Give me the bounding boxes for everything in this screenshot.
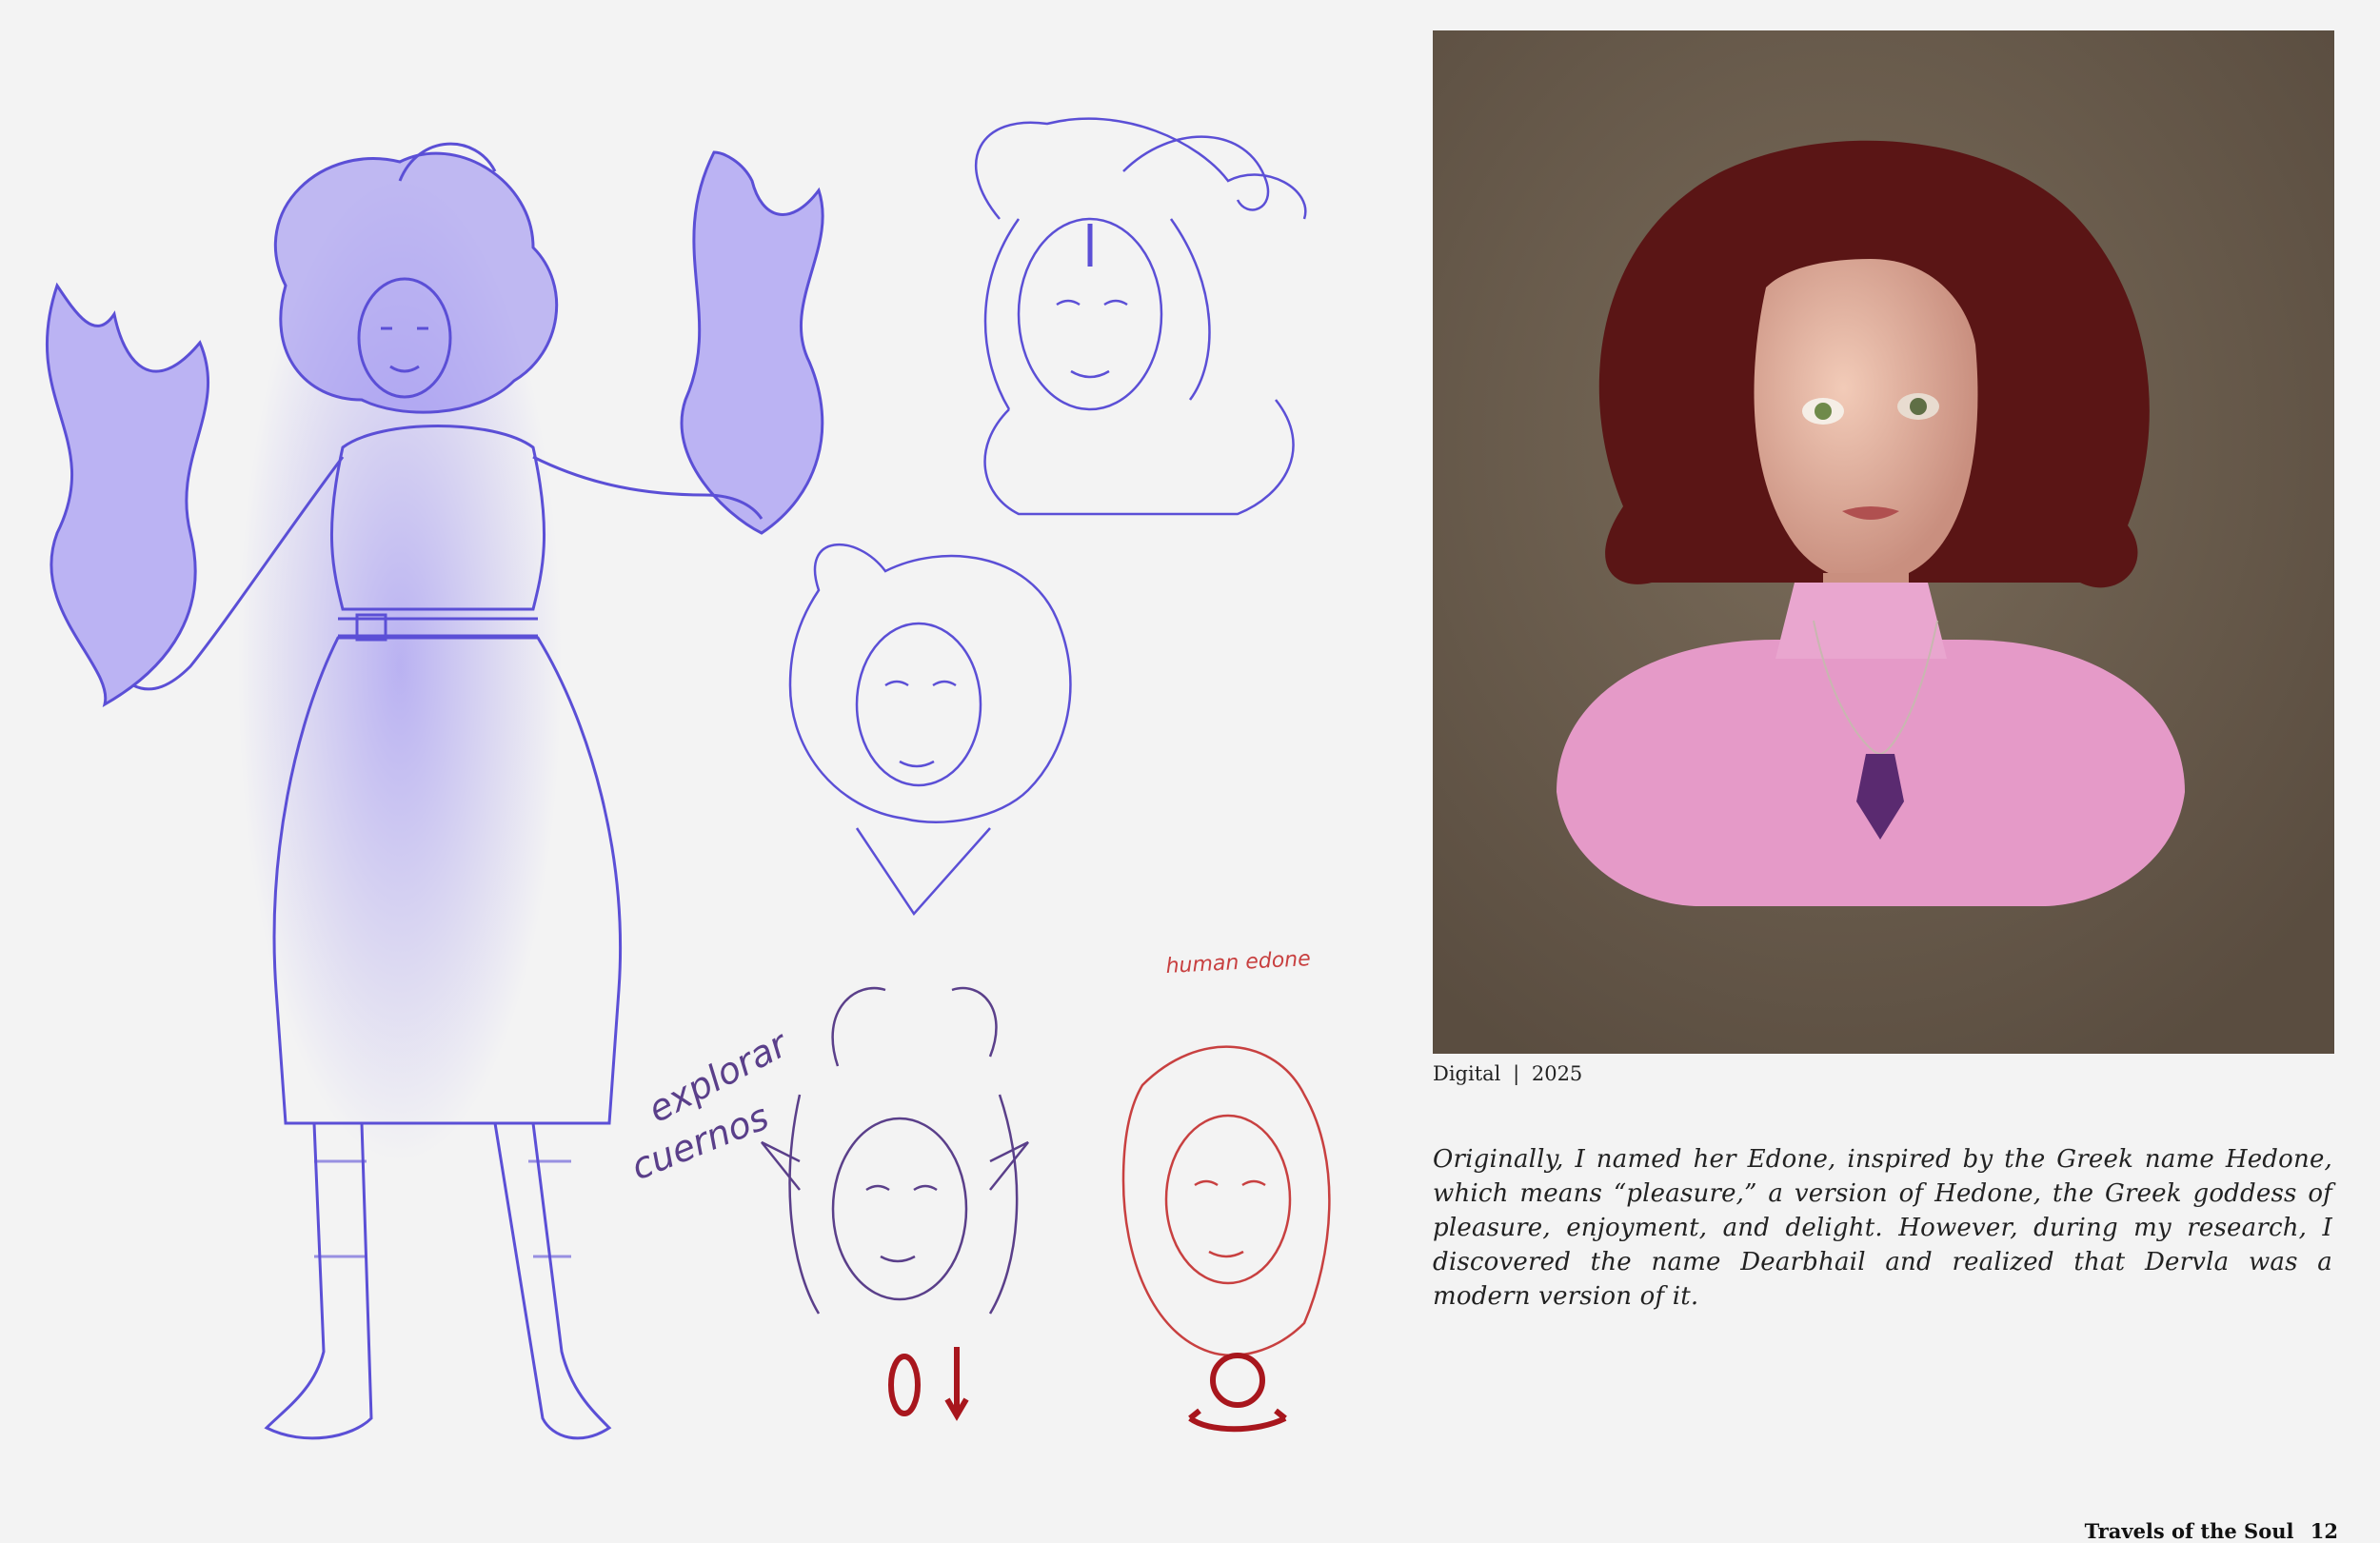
page-footer: Travels of the Soul 12	[2085, 1519, 2338, 1543]
three-quarter-head-sketch	[788, 543, 1072, 917]
page-number: 12	[2310, 1519, 2338, 1543]
female-symbol-sketch	[888, 1347, 969, 1421]
artwork-caption: Digital | 2025	[1433, 1062, 1582, 1085]
caption-medium: Digital	[1433, 1062, 1501, 1085]
portrait-painting	[1433, 30, 2334, 1054]
horned-variant-head-sketch	[761, 986, 1029, 1315]
caption-separator: |	[1513, 1062, 1520, 1085]
caption-year: 2025	[1531, 1062, 1583, 1085]
sketch-sheet: explorar cuernos human edone	[0, 0, 1409, 1540]
red-symbol-sketch	[1188, 1353, 1287, 1433]
book-title: Travels of the Soul	[2084, 1519, 2294, 1543]
horned-head-sketch	[974, 117, 1307, 516]
human-head-sketch	[1121, 1045, 1331, 1356]
handwritten-notes: explorar cuernos human edone	[625, 947, 1311, 1188]
artwork-description: Originally, I named her Edone, inspired …	[1433, 1145, 2332, 1311]
note-human-edone: human edone	[1165, 947, 1311, 979]
full-body-sketch	[46, 142, 824, 1440]
